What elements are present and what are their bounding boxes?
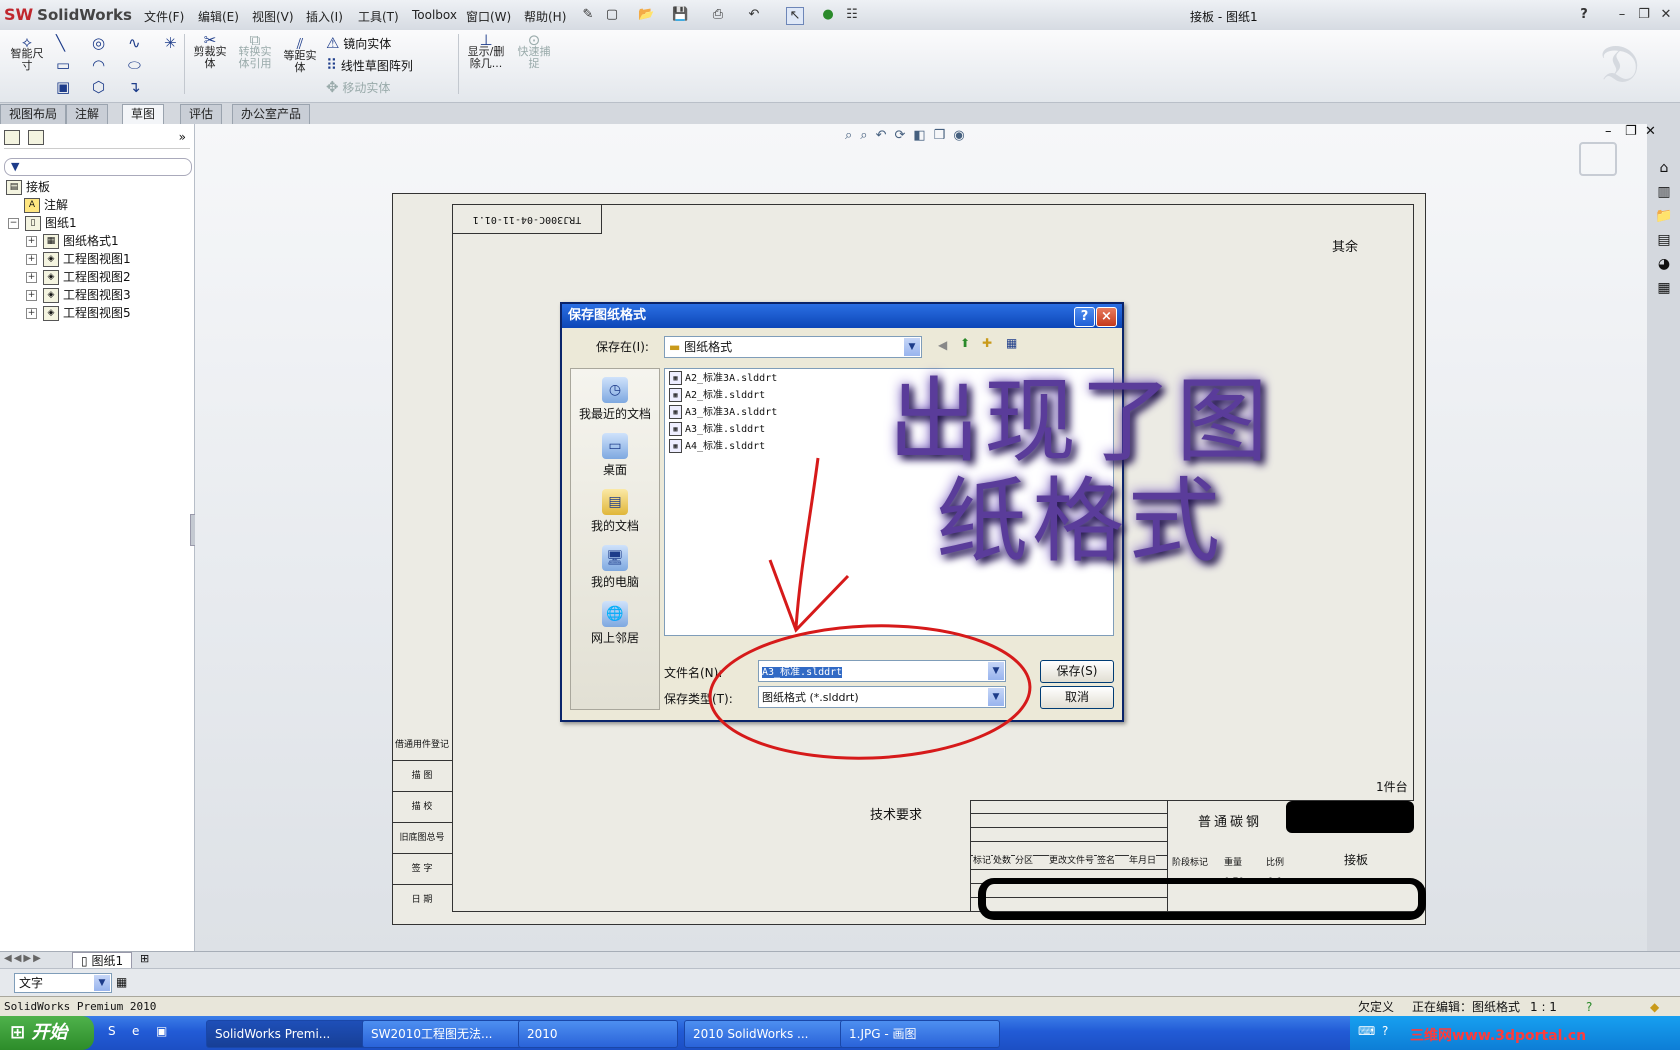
task-item-paint[interactable]: 1.JPG - 画图: [840, 1020, 1000, 1048]
status-product: SolidWorks Premium 2010: [4, 1000, 157, 1013]
windows-logo-icon: ⊞: [10, 1022, 26, 1043]
task-item-solidworks-doc[interactable]: 2010 SolidWorks ...: [684, 1020, 844, 1048]
sheet-tab-bar: ◀◀▶▶ ▯ 图纸1 ⊞: [0, 951, 1680, 970]
site-watermark: 三维网www.3dportal.cn: [1410, 1028, 1587, 1044]
system-tray: ⌨ ? 三维网www.3dportal.cn: [1350, 1016, 1680, 1050]
task-item-browser[interactable]: SW2010工程图无法...: [362, 1020, 522, 1048]
keyboard-icon[interactable]: ⌨: [1358, 1024, 1375, 1038]
start-button[interactable]: ⊞ 开始: [0, 1016, 94, 1050]
sheet-icon: ▯: [81, 954, 88, 968]
quicklaunch-ie-icon[interactable]: e: [132, 1024, 139, 1038]
annotation-arrow-shaft: [794, 457, 820, 629]
annotation-arrow-head: [768, 559, 850, 633]
sheet-nav-arrows-icon[interactable]: ◀◀▶▶: [4, 953, 43, 964]
status-editing: 正在编辑：图纸格式: [1412, 1000, 1521, 1014]
sheet-tab-label: 图纸1: [91, 954, 124, 968]
status-definition: 欠定义: [1358, 1000, 1395, 1014]
start-label: 开始: [31, 1022, 68, 1043]
status-help-icon[interactable]: ?: [1586, 997, 1592, 1017]
add-sheet-icon[interactable]: ⊞: [140, 952, 149, 965]
status-bar: SolidWorks Premium 2010 欠定义 正在编辑：图纸格式 1 …: [0, 996, 1680, 1017]
quicklaunch-app-icon[interactable]: ▣: [156, 1024, 167, 1038]
layer-properties-icon[interactable]: ▦: [116, 975, 127, 989]
status-scale: 1 : 1: [1530, 1000, 1557, 1014]
quicklaunch-solidworks-icon[interactable]: S: [108, 1024, 116, 1038]
help-tray-icon[interactable]: ?: [1382, 1024, 1388, 1038]
layer-value: 文字: [19, 976, 44, 990]
status-tag-icon[interactable]: ◆: [1650, 997, 1659, 1017]
task-item-solidworks[interactable]: SolidWorks Premi...: [206, 1020, 366, 1048]
annotation-marks: [708, 457, 1032, 760]
annotation-ellipse: [708, 624, 1032, 760]
layer-dropdown[interactable]: 文字 ▼: [14, 973, 112, 993]
chevron-down-icon[interactable]: ▼: [94, 975, 110, 991]
property-toolbar: 文字 ▼ ▦: [0, 968, 1680, 997]
task-item-folder[interactable]: 2010: [518, 1020, 678, 1048]
